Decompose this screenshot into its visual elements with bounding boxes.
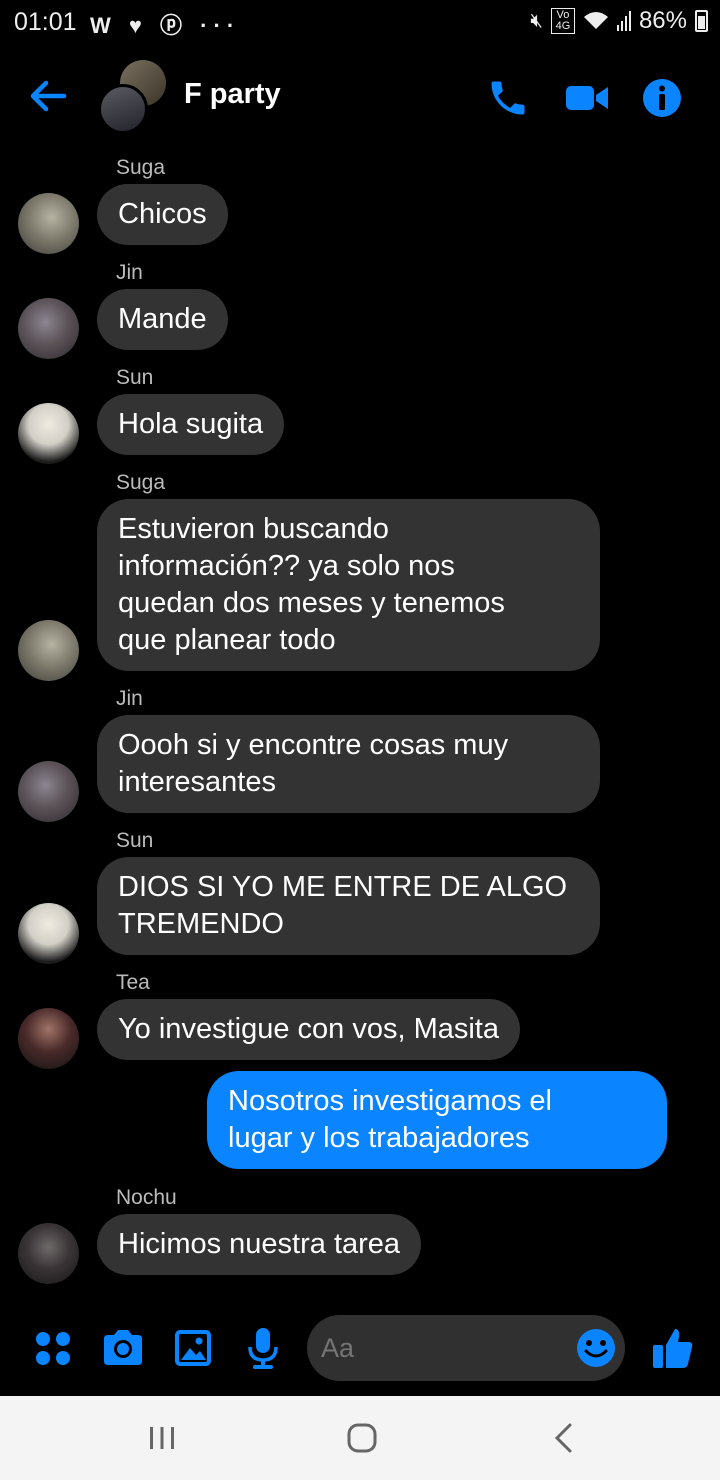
- message-input[interactable]: [321, 1333, 561, 1364]
- system-nav-bar: [0, 1396, 720, 1480]
- status-right: 🔇︎ Vo 4G 86%: [530, 7, 708, 35]
- emoji-button[interactable]: [575, 1327, 617, 1369]
- voice-call-button[interactable]: [486, 76, 530, 120]
- message-bubble[interactable]: Hicimos nuestra tarea: [97, 1214, 422, 1275]
- message-bubble[interactable]: Yo investigue con vos, Masita: [97, 999, 520, 1060]
- video-call-button[interactable]: [564, 76, 608, 120]
- gallery-button[interactable]: [170, 1325, 216, 1371]
- message-input-box[interactable]: [307, 1315, 625, 1381]
- thumbs-up-icon: [653, 1329, 693, 1368]
- voice-clip-button[interactable]: [240, 1325, 286, 1371]
- message-bubble[interactable]: Oooh si y encontre cosas muy interesante…: [97, 715, 600, 813]
- message-list[interactable]: Suga Chicos Jin Mande Sun Hola sugita Su…: [0, 150, 720, 1295]
- sender-name: Jin: [116, 687, 143, 710]
- info-button[interactable]: [640, 76, 684, 120]
- message-bubble[interactable]: Hola sugita: [97, 394, 285, 455]
- battery-percent: 86%: [638, 7, 687, 34]
- phone-icon: [491, 81, 525, 115]
- avatar[interactable]: [18, 1223, 79, 1284]
- status-bar: 01:01 W ♥ ⓟ ··· 🔇︎ Vo 4G 86%: [0, 0, 720, 44]
- home-icon: [347, 1423, 377, 1453]
- like-button[interactable]: [650, 1325, 696, 1371]
- back-button[interactable]: [26, 74, 70, 118]
- avatar[interactable]: [18, 761, 79, 822]
- message-bubble[interactable]: Estuvieron buscando información?? ya sol…: [97, 499, 600, 671]
- wifi-icon: [583, 12, 608, 29]
- group-avatar-photo-2: [98, 84, 148, 134]
- more-actions-button[interactable]: [30, 1325, 76, 1371]
- sender-name: Sun: [116, 829, 154, 852]
- signal-icon: [616, 11, 631, 31]
- emoji-icon: [577, 1329, 615, 1367]
- chat-title[interactable]: F party: [184, 78, 281, 111]
- sender-name: Nochu: [116, 1186, 177, 1209]
- message-bubble[interactable]: Mande: [97, 289, 228, 350]
- avatar[interactable]: [18, 298, 79, 359]
- chat-header: F party: [0, 52, 720, 142]
- notification-icons: W ♥ ⓟ ···: [90, 13, 241, 38]
- gallery-icon: [175, 1330, 211, 1366]
- avatar[interactable]: [18, 403, 79, 464]
- recent-apps-icon: [150, 1427, 174, 1449]
- back-nav-button[interactable]: [544, 1418, 584, 1458]
- composer-bar: [0, 1305, 720, 1393]
- battery-icon: [695, 10, 708, 32]
- status-time: 01:01: [14, 8, 77, 36]
- camera-icon: [104, 1330, 142, 1365]
- sender-name: Suga: [116, 471, 166, 494]
- info-icon: [643, 79, 681, 117]
- avatar[interactable]: [18, 193, 79, 254]
- avatar[interactable]: [18, 1008, 79, 1069]
- recent-apps-button[interactable]: [142, 1418, 182, 1458]
- sender-name: Jin: [116, 261, 143, 284]
- sender-name: Suga: [116, 156, 166, 179]
- microphone-icon: [248, 1328, 278, 1369]
- camera-button[interactable]: [100, 1325, 146, 1371]
- home-button[interactable]: [342, 1418, 382, 1458]
- sender-name: Sun: [116, 366, 154, 389]
- avatar[interactable]: [18, 903, 79, 964]
- back-icon: [554, 1423, 572, 1453]
- message-bubble[interactable]: DIOS SI YO ME ENTRE DE ALGO TREMENDO: [97, 857, 600, 955]
- network-badge: Vo 4G: [550, 8, 575, 34]
- message-bubble[interactable]: Chicos: [97, 184, 228, 245]
- sender-name: Tea: [116, 971, 150, 994]
- apps-grid-icon: [36, 1332, 70, 1365]
- outgoing-message-bubble[interactable]: Nosotros investigamos el lugar y los tra…: [207, 1071, 667, 1169]
- group-avatar[interactable]: [98, 60, 170, 134]
- avatar[interactable]: [18, 620, 79, 681]
- back-arrow-icon: [30, 80, 67, 112]
- video-camera-icon: [566, 86, 608, 110]
- mute-icon: 🔇︎: [530, 9, 543, 32]
